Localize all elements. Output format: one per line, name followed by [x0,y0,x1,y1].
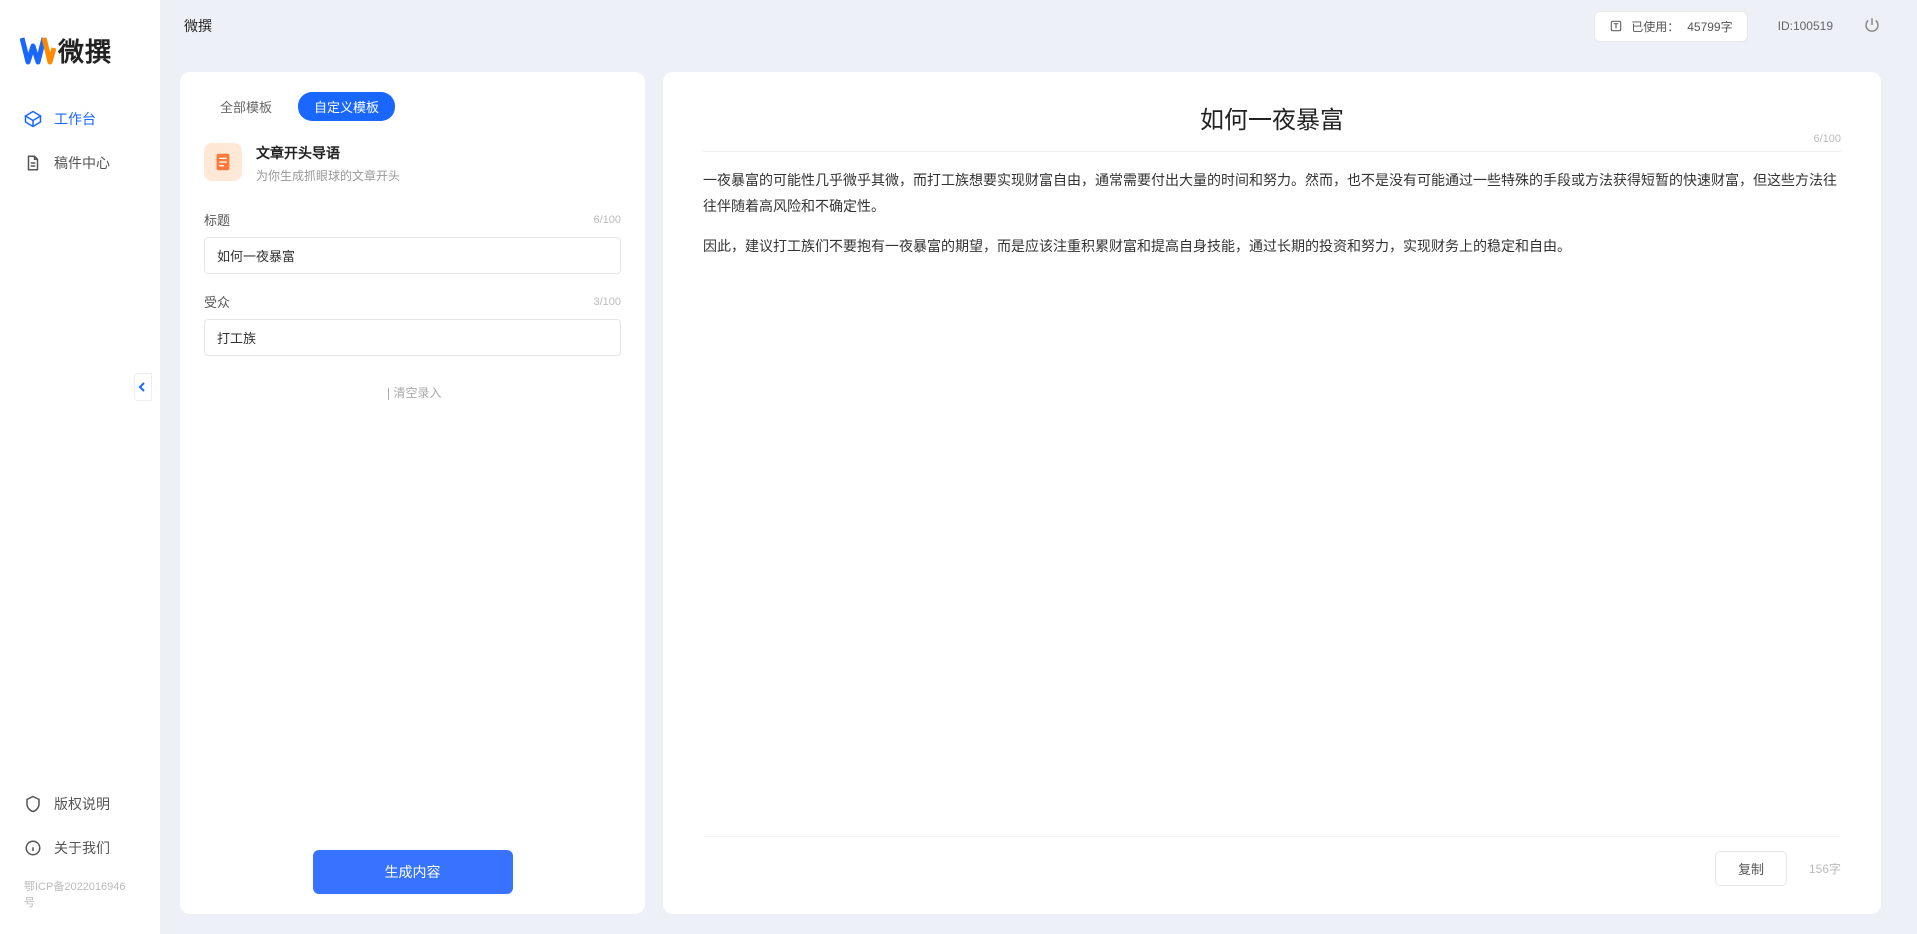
usage-badge[interactable]: 已使用： 45799字 [1594,11,1747,42]
copy-button[interactable]: 复制 [1715,851,1787,886]
shield-icon [24,795,42,813]
title-count: 6/100 [593,214,621,226]
template-icon [204,143,242,181]
tabs: 全部模板 自定义模板 [204,92,621,121]
chevron-left-icon [138,382,148,392]
right-panel: 如何一夜暴富 6/100 一夜暴富的可能性几乎微乎其微，而打工族想要实现财富自由… [663,72,1881,914]
topbar: 微撰 已使用： 45799字 ID:100519 [160,0,1917,52]
title-label: 标题 [204,210,230,229]
text-icon [1609,19,1623,33]
nav-about[interactable]: 关于我们 [0,826,160,870]
output-title[interactable]: 如何一夜暴富 [703,100,1841,135]
nav-drafts[interactable]: 稿件中心 [0,141,160,185]
logo-icon [20,36,56,66]
sidebar-collapse-button[interactable] [134,373,152,401]
logout-button[interactable] [1863,16,1881,37]
output-paragraph: 一夜暴富的可能性几乎微乎其微，而打工族想要实现财富自由，通常需要付出大量的时间和… [703,168,1841,220]
template-card: 文章开头导语 为你生成抓眼球的文章开头 [204,143,621,184]
generate-button[interactable]: 生成内容 [313,850,513,894]
logo: 微撰 [0,24,160,97]
audience-label: 受众 [204,292,230,311]
output-title-count: 6/100 [1813,133,1841,145]
file-icon [212,151,234,173]
output-paragraph: 因此，建议打工族们不要抱有一夜暴富的期望，而是应该注重积累财富和提高自身技能，通… [703,234,1841,260]
nav-label: 版权说明 [54,794,110,814]
audience-input[interactable] [204,319,621,356]
info-icon [24,839,42,857]
sidebar: 微撰 工作台 稿件中心 版权说明 关于我们 鄂ICP备2022016946号 [0,0,160,934]
power-icon [1863,16,1881,34]
logo-text: 微撰 [58,32,112,69]
template-title: 文章开头导语 [256,143,400,163]
user-id: ID:100519 [1778,19,1833,33]
tab-custom-templates[interactable]: 自定义模板 [298,92,395,121]
usage-value: 45799字 [1687,18,1732,35]
usage-label: 已使用： [1631,18,1679,35]
template-desc: 为你生成抓眼球的文章开头 [256,167,400,184]
tab-all-templates[interactable]: 全部模板 [204,92,288,121]
icp-text: 鄂ICP备2022016946号 [0,870,160,910]
char-count: 156字 [1809,860,1841,877]
output-body[interactable]: 一夜暴富的可能性几乎微乎其微，而打工族想要实现财富自由，通常需要付出大量的时间和… [703,168,1841,836]
nav-label: 稿件中心 [54,153,110,173]
clear-input-button[interactable]: ❘清空录入 [204,384,621,401]
document-icon [24,154,42,172]
cube-icon [24,110,42,128]
nav-label: 关于我们 [54,838,110,858]
page-title: 微撰 [184,16,212,36]
nav-workspace[interactable]: 工作台 [0,97,160,141]
audience-count: 3/100 [593,296,621,308]
left-panel: 全部模板 自定义模板 文章开头导语 为你生成抓眼球的文章开头 标题 6/100 [180,72,645,914]
nav-copyright[interactable]: 版权说明 [0,782,160,826]
nav-label: 工作台 [54,109,96,129]
title-input[interactable] [204,237,621,274]
